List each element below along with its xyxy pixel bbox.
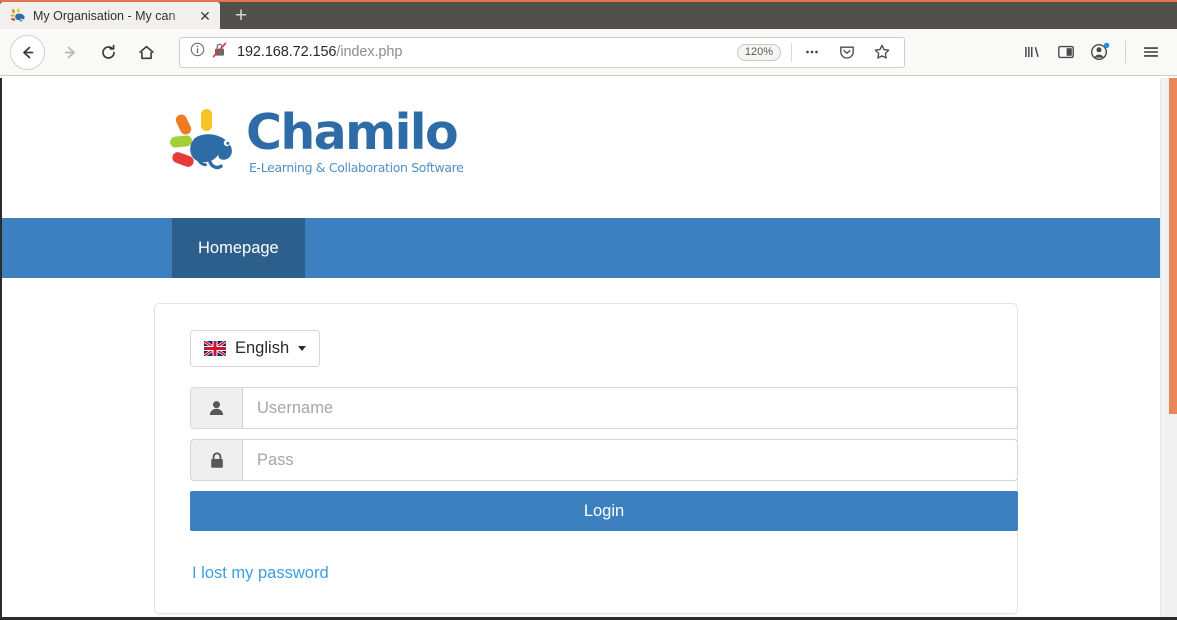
language-selector[interactable]: English [190, 330, 321, 367]
uk-flag-icon [203, 339, 227, 358]
user-icon [190, 387, 242, 429]
chevron-down-icon [298, 346, 307, 351]
account-icon[interactable] [1084, 36, 1116, 68]
ellipsis-icon[interactable] [796, 36, 828, 68]
password-input[interactable] [242, 439, 1018, 481]
page-content: English Username Login I lost my passwor… [2, 278, 1162, 614]
login-panel: English Username Login I lost my passwor… [154, 303, 1018, 614]
divider [1125, 41, 1126, 63]
page-info-icon[interactable] [190, 42, 205, 62]
nav-item-homepage[interactable]: Homepage [172, 218, 305, 278]
zoom-level-badge[interactable]: 120% [736, 43, 781, 61]
save-to-pocket-icon[interactable] [831, 36, 863, 68]
page-scrollbar[interactable] [1160, 78, 1177, 620]
forward-arrow-icon [51, 33, 89, 71]
chamilo-favicon [10, 8, 26, 24]
chamilo-page: Chamilo E-Learning & Collaboration Softw… [2, 78, 1162, 620]
scrollbar-thumb[interactable] [1169, 78, 1177, 414]
sidebar-icon[interactable] [1050, 36, 1082, 68]
close-icon[interactable]: ✕ [196, 7, 214, 25]
reload-icon[interactable] [89, 33, 127, 71]
logo-word: Chamilo [246, 104, 459, 162]
password-field-row [190, 439, 1018, 481]
url-bar[interactable]: 192.168.72.156/index.php 120% [179, 36, 905, 68]
url-path: /index.php [336, 44, 403, 60]
new-tab-button[interactable]: + [224, 2, 258, 29]
divider [791, 42, 792, 62]
url-text[interactable]: 192.168.72.156/index.php [237, 44, 737, 60]
page-viewport: Chamilo E-Learning & Collaboration Softw… [0, 78, 1177, 620]
username-field-row [190, 387, 1018, 429]
star-icon[interactable] [866, 36, 898, 68]
navbar-spacer [2, 218, 172, 278]
lock-icon [190, 439, 242, 481]
browser-tab[interactable]: My Organisation - My can ✕ [0, 2, 220, 29]
logo-tagline: E-Learning & Collaboration Software [249, 159, 464, 175]
username-input[interactable] [242, 387, 1018, 429]
browser-window: My Organisation - My can ✕ + 192.168.72.… [0, 0, 1177, 620]
insecure-connection-icon[interactable] [212, 42, 227, 63]
site-header: Chamilo E-Learning & Collaboration Softw… [2, 78, 1162, 218]
chamilo-chameleon-logo [170, 108, 240, 176]
browser-toolbar: 192.168.72.156/index.php 120% [0, 29, 1177, 76]
chamilo-logo[interactable]: Chamilo E-Learning & Collaboration Softw… [170, 108, 1162, 176]
url-host: 192.168.72.156 [237, 44, 337, 60]
home-icon[interactable] [127, 33, 165, 71]
language-label: English [235, 339, 290, 357]
back-arrow-icon[interactable] [10, 34, 45, 70]
chamilo-wordmark: Chamilo E-Learning & Collaboration Softw… [246, 104, 464, 175]
nav-item-label: Homepage [198, 238, 279, 257]
lost-password-link[interactable]: I lost my password [192, 564, 329, 583]
login-button[interactable]: Login [190, 491, 1018, 531]
tab-strip: My Organisation - My can ✕ + [0, 0, 1177, 29]
tab-title: My Organisation - My can [33, 8, 176, 23]
library-icon[interactable] [1016, 36, 1048, 68]
site-navbar: Homepage [2, 218, 1162, 278]
browser-toolbar-right [1016, 36, 1167, 68]
hamburger-menu-icon[interactable] [1135, 36, 1167, 68]
